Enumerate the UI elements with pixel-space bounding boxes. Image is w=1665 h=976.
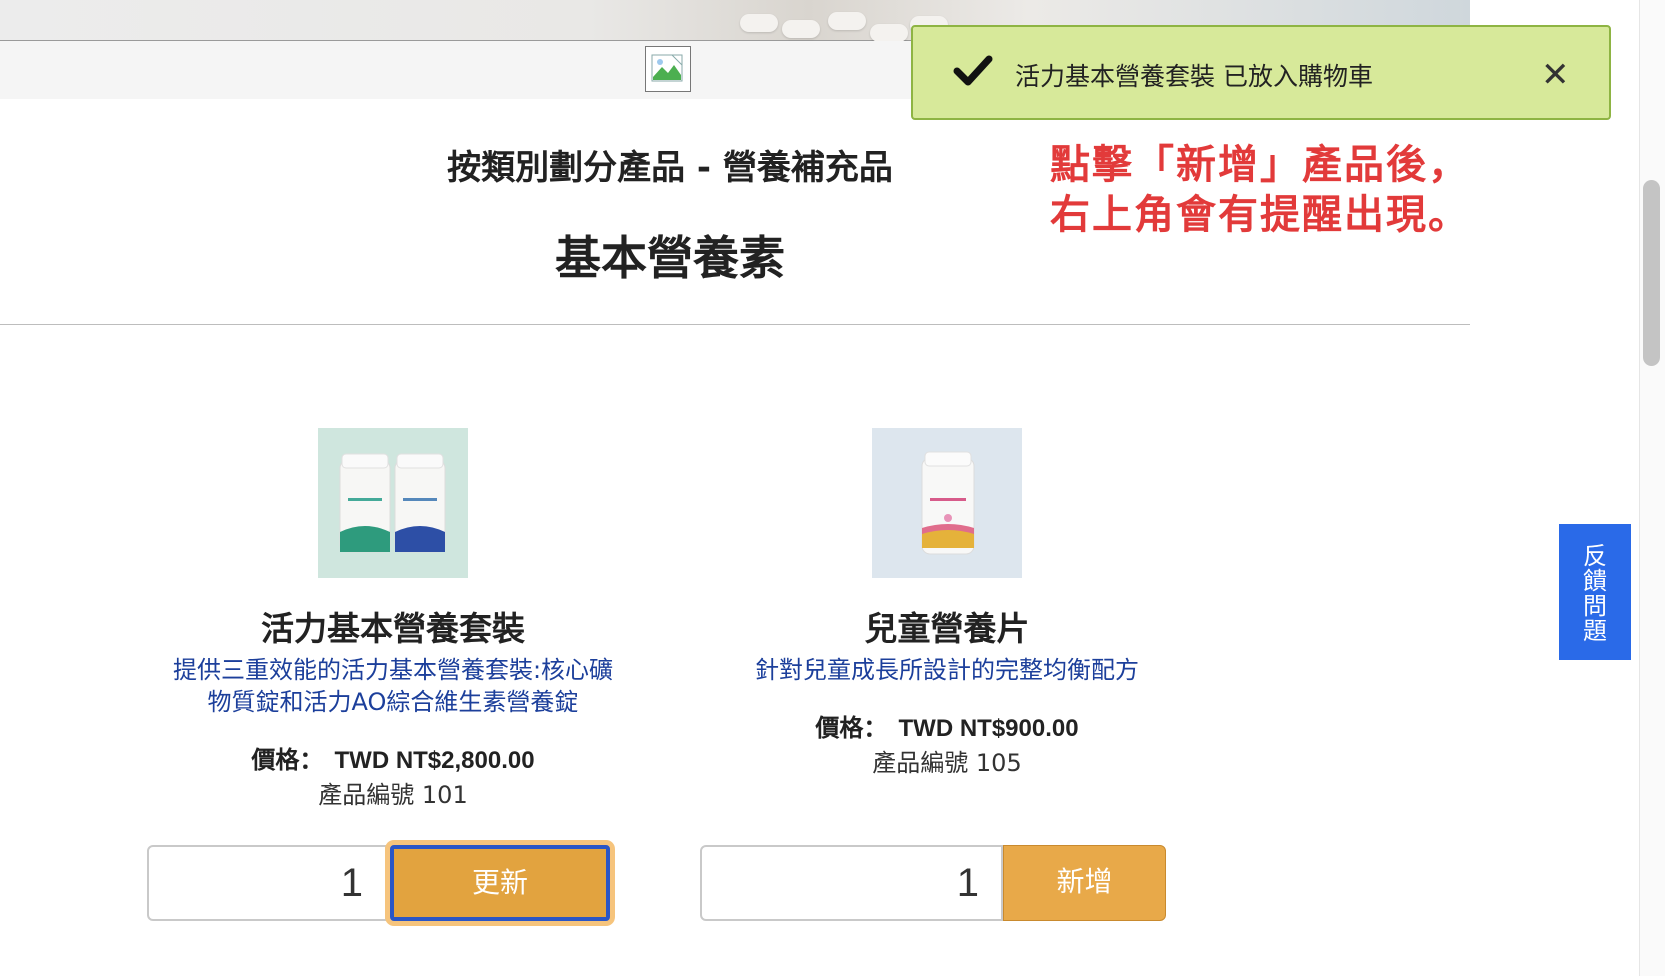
product-description-line1: 提供三重效能的活力基本營養套裝:核心礦 [172, 656, 614, 684]
toast-message: 活力基本營養套裝 已放入購物車 [1015, 62, 1373, 91]
product-price-row: 價格： TWD NT$2,800.00 [113, 740, 673, 775]
price-label: 價格： [815, 714, 888, 742]
quantity-input[interactable]: 1 [700, 845, 1003, 921]
product-name[interactable]: 兒童營養片 [667, 602, 1227, 650]
product-description-line2: 物質錠和活力AO綜合維生素營養錠 [207, 688, 579, 716]
price-value: TWD NT$2,800.00 [334, 747, 535, 774]
feedback-label: 反饋問題 [1583, 542, 1607, 645]
checkmark-icon [953, 51, 993, 91]
update-button[interactable]: 更新 [390, 845, 610, 921]
price-value: TWD NT$900.00 [898, 715, 1079, 742]
product-description-line1: 針對兒童成長所設計的完整均衡配方 [755, 656, 1139, 684]
scrollbar-track[interactable] [1639, 0, 1665, 976]
cart-toast-notification: 活力基本營養套裝 已放入購物車 ✕ [911, 25, 1611, 120]
product-info-kids-tablets: 兒童營養片 針對兒童成長所設計的完整均衡配方 價格： TWD NT$900.00… [667, 602, 1227, 778]
add-to-cart-button[interactable]: 新增 [1003, 845, 1166, 921]
product-price-row: 價格： TWD NT$900.00 [667, 708, 1227, 743]
feedback-tab[interactable]: 反饋問題 [1559, 524, 1631, 660]
product-sku: 產品編號 101 [318, 781, 468, 809]
annotation-line2: 右上角會有提醒出現。 [1050, 192, 1470, 238]
product-image-vitality-set[interactable] [318, 428, 468, 578]
broken-image-icon [645, 46, 691, 92]
product-name[interactable]: 活力基本營養套裝 [113, 602, 673, 650]
quantity-input[interactable]: 1 [147, 845, 387, 921]
product-image-kids-tablets[interactable] [872, 428, 1022, 578]
product-info-vitality-set: 活力基本營養套裝 提供三重效能的活力基本營養套裝:核心礦 物質錠和活力AO綜合維… [113, 602, 673, 810]
close-icon[interactable]: ✕ [1541, 55, 1570, 95]
scrollbar-thumb[interactable] [1643, 180, 1660, 366]
product-sku: 產品編號 105 [872, 749, 1022, 777]
price-label: 價格： [251, 746, 324, 774]
section-divider [0, 324, 1470, 325]
tutorial-annotation: 點擊「新增」產品後， 右上角會有提醒出現。 [1050, 140, 1470, 240]
annotation-line1: 點擊「新增」產品後， [1050, 142, 1470, 188]
